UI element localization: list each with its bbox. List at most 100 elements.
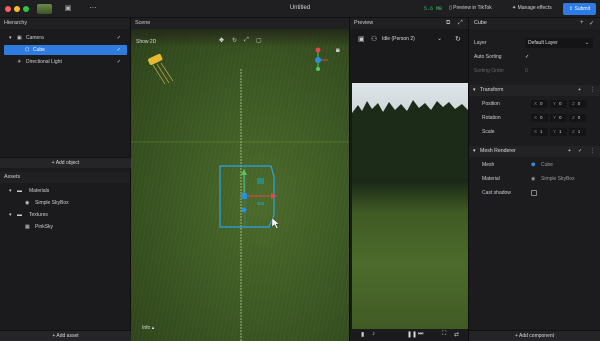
submit-label: Submit bbox=[574, 6, 591, 12]
tiktok-icon[interactable]: ♪ bbox=[372, 331, 375, 337]
chevron-down-icon: ⌄ bbox=[584, 40, 589, 46]
tree-item-label: Cube bbox=[33, 47, 45, 53]
add-icon[interactable]: + bbox=[578, 85, 581, 96]
orientation-gizmo[interactable] bbox=[315, 47, 328, 72]
layer-select[interactable]: Default Layer ⌄ bbox=[525, 38, 593, 48]
refresh-icon[interactable]: ↻ bbox=[455, 35, 461, 43]
add-icon[interactable]: + bbox=[580, 20, 584, 26]
mesh-renderer-title: Mesh Renderer bbox=[480, 148, 516, 154]
layer-row: Layer Default Layer ⌄ bbox=[469, 37, 600, 49]
scale-y-field[interactable]: Y1 bbox=[550, 128, 567, 136]
move-gizmo[interactable] bbox=[241, 169, 277, 213]
preview-header: Preview bbox=[350, 18, 468, 29]
asset-item-pinksky[interactable]: ▦ PinkSky bbox=[0, 222, 131, 232]
visibility-check[interactable]: ✓ bbox=[117, 45, 121, 55]
camera-icon: ▣ bbox=[17, 35, 22, 41]
transform-section-header[interactable]: ▾ Transform + ⋮ bbox=[469, 85, 600, 96]
asset-folder-textures[interactable]: ▾ ▬ Textures bbox=[0, 210, 131, 220]
light-gizmo-icon[interactable] bbox=[147, 53, 174, 85]
add-object-button[interactable]: + Add object bbox=[0, 157, 131, 168]
mesh-value[interactable]: Cube bbox=[541, 159, 553, 171]
inspector-header: Cube + ✓ bbox=[469, 18, 600, 29]
animation-select[interactable]: Idle (Person 2) bbox=[382, 36, 415, 42]
switch-camera-icon[interactable]: ⇄ bbox=[454, 331, 459, 338]
cube-icon: ⬡ bbox=[25, 47, 30, 53]
asset-label: Materials bbox=[29, 188, 50, 194]
preview-controls: ▮ ♪ ❚❚ ⏭ ⛶ ⇄ bbox=[350, 329, 468, 341]
material-label: Material bbox=[482, 176, 500, 182]
scale-z-field[interactable]: Z1 bbox=[569, 128, 586, 136]
transform-title: Transform bbox=[480, 87, 504, 93]
visibility-check[interactable]: ✓ bbox=[117, 33, 121, 43]
scale-x-field[interactable]: X1 bbox=[531, 128, 548, 136]
enabled-check[interactable]: ✓ bbox=[578, 146, 582, 157]
add-icon[interactable]: + bbox=[568, 146, 571, 157]
collapse-arrow-icon: ▾ bbox=[473, 148, 476, 154]
rotation-label: Rotation bbox=[482, 115, 501, 121]
material-row: Material ◉ Simple SkyBox bbox=[469, 173, 600, 185]
expand-arrow-icon[interactable]: ▾ bbox=[9, 186, 12, 196]
preview-tiktok-label: Preview in TikTok bbox=[453, 5, 492, 11]
object-name-field[interactable]: Cube bbox=[474, 20, 487, 26]
submit-button[interactable]: ⇪ Submit bbox=[563, 3, 596, 15]
assets-header: Assets bbox=[0, 172, 130, 183]
cast-shadow-checkbox[interactable] bbox=[531, 190, 537, 196]
more-icon[interactable]: ⋮ bbox=[590, 85, 595, 96]
asset-label: Simple SkyBox bbox=[35, 200, 69, 206]
more-icon[interactable]: ⋮ bbox=[590, 146, 595, 157]
tree-item-camera[interactable]: ▾ ▣ Camera ✓ bbox=[0, 33, 131, 43]
preview-device-icon[interactable]: ▣ bbox=[358, 35, 365, 43]
title-bar: ▣ ⋯ Untitled 5.6 MB ▯ Preview in TikTok … bbox=[0, 0, 600, 18]
preview-in-tiktok-button[interactable]: ▯ Preview in TikTok bbox=[449, 5, 492, 11]
expand-arrow-icon[interactable]: ▾ bbox=[9, 33, 12, 43]
chevron-down-icon[interactable]: ⌄ bbox=[437, 35, 442, 42]
fullscreen-icon[interactable]: ⤢ bbox=[458, 20, 463, 27]
add-component-button[interactable]: + Add component bbox=[469, 330, 600, 341]
cube-icon: ⬢ bbox=[531, 162, 536, 168]
scene-viewport[interactable]: Show 2D ✥ ↻ ⤢ ▢ ◙ Info ▴ bbox=[131, 29, 349, 341]
auto-sorting-row: Auto Sorting ✓ bbox=[469, 51, 600, 63]
visibility-check[interactable]: ✓ bbox=[117, 57, 121, 67]
sorting-order-value: 0 bbox=[525, 68, 528, 74]
tree-item-label: Camera bbox=[26, 35, 44, 41]
folder-icon: ▬ bbox=[17, 212, 22, 218]
mouse-cursor-icon bbox=[271, 217, 280, 229]
tree-item-label: Directional Light bbox=[26, 59, 62, 65]
light-icon: ☀ bbox=[17, 59, 22, 65]
tree-item-cube[interactable]: ⬡ Cube ✓ bbox=[4, 45, 127, 55]
left-panel: Hierarchy ▾ ▣ Camera ✓ ⬡ Cube ✓ ☀ Direct… bbox=[0, 18, 131, 341]
rotation-y-field[interactable]: Y0 bbox=[550, 114, 567, 122]
position-z-field[interactable]: Z0 bbox=[569, 100, 586, 108]
scene-gizmos bbox=[131, 47, 349, 341]
manage-effects-button[interactable]: ✦ Manage effects bbox=[512, 5, 552, 11]
chevron-up-icon: ▴ bbox=[151, 325, 155, 331]
asset-item-simple-skybox[interactable]: ◉ Simple SkyBox bbox=[0, 198, 131, 208]
crop-icon[interactable]: ⛶ bbox=[442, 331, 446, 338]
cast-shadow-row: Cast shadow bbox=[469, 187, 600, 199]
rotation-x-field[interactable]: X0 bbox=[531, 114, 548, 122]
mesh-renderer-section-header[interactable]: ▾ Mesh Renderer + ✓ ⋮ bbox=[469, 146, 600, 157]
mesh-row: Mesh ⬢ Cube bbox=[469, 159, 600, 171]
inspector-panel: Cube + ✓ Layer Default Layer ⌄ Auto Sorti… bbox=[469, 18, 600, 341]
visibility-check[interactable]: ✓ bbox=[589, 20, 594, 27]
preview-camera-feed bbox=[352, 83, 468, 341]
info-toggle[interactable]: Info ▴ bbox=[142, 325, 154, 331]
bookmark-icon[interactable]: ▮ bbox=[361, 331, 364, 338]
window-title: Untitled bbox=[289, 5, 311, 11]
pause-icon[interactable]: ❚❚ bbox=[407, 331, 417, 338]
asset-folder-materials[interactable]: ▾ ▬ Materials bbox=[0, 186, 131, 196]
manage-effects-label: Manage effects bbox=[517, 5, 552, 11]
expand-arrow-icon[interactable]: ▾ bbox=[9, 210, 12, 220]
step-forward-icon[interactable]: ⏭ bbox=[418, 331, 423, 338]
position-x-field[interactable]: X0 bbox=[531, 100, 548, 108]
add-asset-button[interactable]: + Add asset bbox=[0, 330, 131, 341]
material-value[interactable]: Simple SkyBox bbox=[541, 173, 575, 185]
popout-icon[interactable]: ⧉ bbox=[446, 20, 450, 27]
scene-panel: Scene Show 2D ✥ ↻ ⤢ ▢ ◙ Info ▴ bbox=[131, 18, 349, 341]
auto-sorting-check[interactable]: ✓ bbox=[525, 51, 529, 63]
sorting-order-label: Sorting Order bbox=[474, 68, 505, 74]
rotation-z-field[interactable]: Z0 bbox=[569, 114, 586, 122]
tree-item-directional-light[interactable]: ☀ Directional Light ✓ bbox=[0, 57, 131, 67]
position-y-field[interactable]: Y0 bbox=[550, 100, 567, 108]
cast-shadow-label: Cast shadow bbox=[482, 190, 511, 196]
